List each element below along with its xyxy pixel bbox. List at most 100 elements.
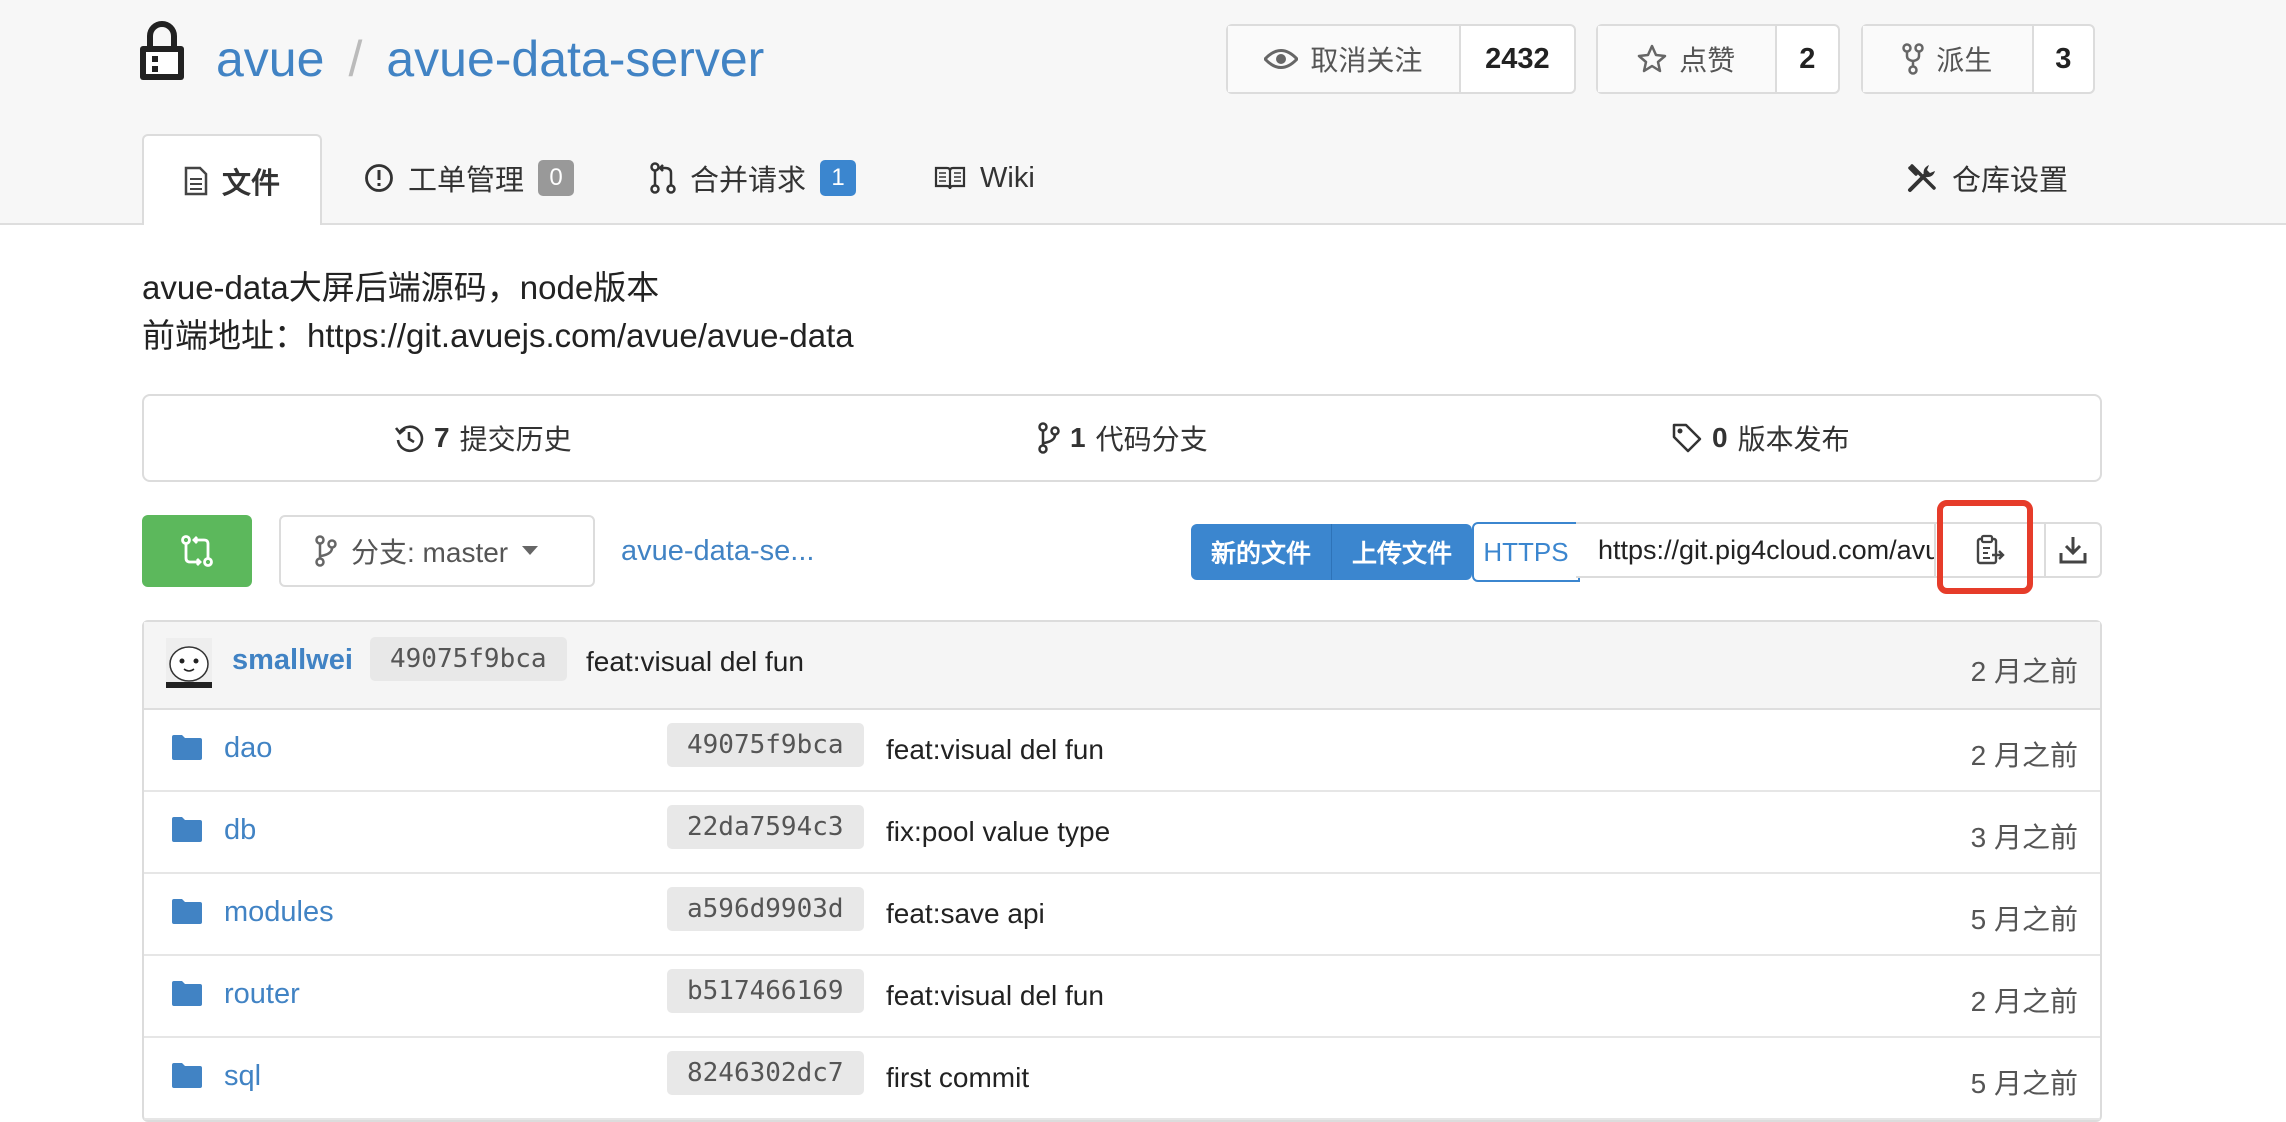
repo-owner-link[interactable]: avue [216, 31, 324, 87]
tab-wiki[interactable]: Wiki [934, 132, 1035, 224]
file-name-link[interactable]: router [224, 978, 300, 1011]
commits-count: 7 [434, 422, 450, 453]
file-commit-message[interactable]: feat:visual del fun [886, 734, 1104, 766]
file-text-icon [184, 166, 208, 196]
commits-link[interactable]: 7 提交历史 [394, 396, 572, 480]
releases-label: 版本发布 [1737, 424, 1850, 455]
star-icon [1637, 44, 1667, 74]
table-row: dao 49075f9bca feat:visual del fun 2 月之前 [144, 710, 2100, 792]
branch-selector[interactable]: 分支: master [279, 515, 595, 587]
file-commit-age: 5 月之前 [1970, 904, 2078, 935]
issue-icon [364, 163, 394, 193]
tab-issues[interactable]: 工单管理 0 [364, 132, 575, 224]
commits-label: 提交历史 [459, 424, 572, 455]
folder-icon [172, 816, 202, 842]
table-row: db 22da7594c3 fix:pool value type 3 月之前 [144, 792, 2100, 874]
tab-issues-label: 工单管理 [408, 165, 525, 197]
download-icon [2058, 535, 2088, 565]
file-commit-message[interactable]: first commit [886, 1062, 1029, 1094]
releases-count: 0 [1712, 422, 1728, 453]
compare-arrows-icon [180, 534, 214, 568]
file-actions-group: 新的文件 上传文件 [1191, 524, 1473, 580]
table-row: sql 8246302dc7 first commit 5 月之前 [144, 1038, 2100, 1120]
file-commit-message[interactable]: feat:visual del fun [886, 980, 1104, 1012]
history-icon [394, 423, 424, 453]
tab-settings[interactable]: 仓库设置 [1906, 132, 2068, 224]
fork-button[interactable]: 派生 [1863, 26, 2034, 92]
new-file-button[interactable]: 新的文件 [1191, 524, 1332, 580]
watch-count[interactable]: 2432 [1461, 26, 1574, 92]
branch-selector-label: 分支: master [351, 537, 509, 568]
book-icon [934, 165, 966, 191]
lock-icon [138, 20, 186, 82]
file-name-link[interactable]: db [224, 814, 256, 847]
releases-link[interactable]: 0 版本发布 [1672, 396, 1850, 480]
tab-pull-requests-label: 合并请求 [690, 165, 807, 197]
table-row: router b517466169 feat:visual del fun 2 … [144, 956, 2100, 1038]
download-button[interactable] [2046, 522, 2102, 578]
watch-counter: 取消关注 2432 [1226, 24, 1576, 94]
pull-requests-count-badge: 1 [820, 160, 857, 196]
upload-file-button[interactable]: 上传文件 [1331, 524, 1473, 580]
https-protocol-button[interactable]: HTTPS [1472, 522, 1580, 582]
fork-counter: 派生 3 [1861, 24, 2095, 94]
repo-description: avue-data大屏后端源码，node版本 前端地址：https://git.… [142, 264, 854, 360]
compare-button[interactable] [142, 515, 252, 587]
file-commit-age: 2 月之前 [1970, 986, 2078, 1017]
star-counter: 点赞 2 [1596, 24, 1840, 94]
fork-label: 派生 [1936, 45, 1993, 76]
commit-author-link[interactable]: smallwei [232, 644, 353, 677]
fork-count[interactable]: 3 [2034, 26, 2093, 92]
commit-age: 2 月之前 [1970, 656, 2078, 687]
table-row: modules a596d9903d feat:save api 5 月之前 [144, 874, 2100, 956]
tag-icon [1672, 423, 1702, 453]
unwatch-button[interactable]: 取消关注 [1228, 26, 1461, 92]
issues-count-badge: 0 [538, 160, 575, 196]
branches-link[interactable]: 1 代码分支 [1038, 396, 1208, 480]
caret-down-icon [522, 546, 539, 556]
tab-wiki-label: Wiki [980, 161, 1035, 194]
commit-message[interactable]: feat:visual del fun [586, 646, 804, 678]
repo-name-link[interactable]: avue-data-server [386, 31, 764, 87]
branches-count: 1 [1070, 422, 1086, 453]
file-commit-age: 2 月之前 [1970, 740, 2078, 771]
star-button[interactable]: 点赞 [1598, 26, 1777, 92]
commit-sha[interactable]: 49075f9bca [370, 637, 567, 681]
star-label: 点赞 [1679, 45, 1736, 76]
file-commit-sha[interactable]: a596d9903d [667, 887, 864, 931]
tab-files-label: 文件 [221, 167, 280, 200]
breadcrumb-repo-link[interactable]: avue-data-se... [621, 531, 814, 571]
file-name-link[interactable]: dao [224, 732, 272, 765]
pull-request-icon [650, 162, 676, 194]
repo-title: avue / avue-data-server [216, 24, 764, 94]
repo-stats-bar: 7 提交历史 1 代码分支 0 版本发布 [142, 394, 2102, 482]
file-commit-sha[interactable]: b517466169 [667, 969, 864, 1013]
repo-header: avue / avue-data-server 取消关注 2432 点赞 2 派生 … [0, 0, 2286, 225]
avatar[interactable] [166, 638, 212, 688]
tab-settings-label: 仓库设置 [1952, 165, 2069, 197]
title-separator: / [348, 31, 363, 87]
file-name-link[interactable]: modules [224, 896, 334, 929]
branches-label: 代码分支 [1095, 424, 1208, 455]
folder-icon [172, 734, 202, 760]
file-name-link[interactable]: sql [224, 1060, 261, 1093]
file-commit-sha[interactable]: 49075f9bca [667, 723, 864, 767]
unwatch-label: 取消关注 [1310, 45, 1423, 76]
clone-url-input[interactable] [1576, 522, 1936, 578]
folder-icon [172, 1062, 202, 1088]
description-line-1: avue-data大屏后端源码，node版本 [142, 269, 660, 306]
file-commit-message[interactable]: feat:save api [886, 898, 1045, 930]
tab-files[interactable]: 文件 [142, 134, 322, 225]
tab-pull-requests[interactable]: 合并请求 1 [650, 132, 857, 224]
folder-icon [172, 980, 202, 1006]
branch-icon [1038, 422, 1060, 454]
file-commit-age: 3 月之前 [1970, 822, 2078, 853]
eye-icon [1264, 48, 1299, 70]
file-commit-sha[interactable]: 8246302dc7 [667, 1051, 864, 1095]
file-commit-message[interactable]: fix:pool value type [886, 816, 1110, 848]
copy-button-highlight [1937, 500, 2033, 594]
file-commit-sha[interactable]: 22da7594c3 [667, 805, 864, 849]
file-table: smallwei 49075f9bca feat:visual del fun … [142, 620, 2102, 1122]
description-line-2: 前端地址：https://git.avuejs.com/avue/avue-da… [142, 317, 854, 354]
star-count[interactable]: 2 [1777, 26, 1838, 92]
